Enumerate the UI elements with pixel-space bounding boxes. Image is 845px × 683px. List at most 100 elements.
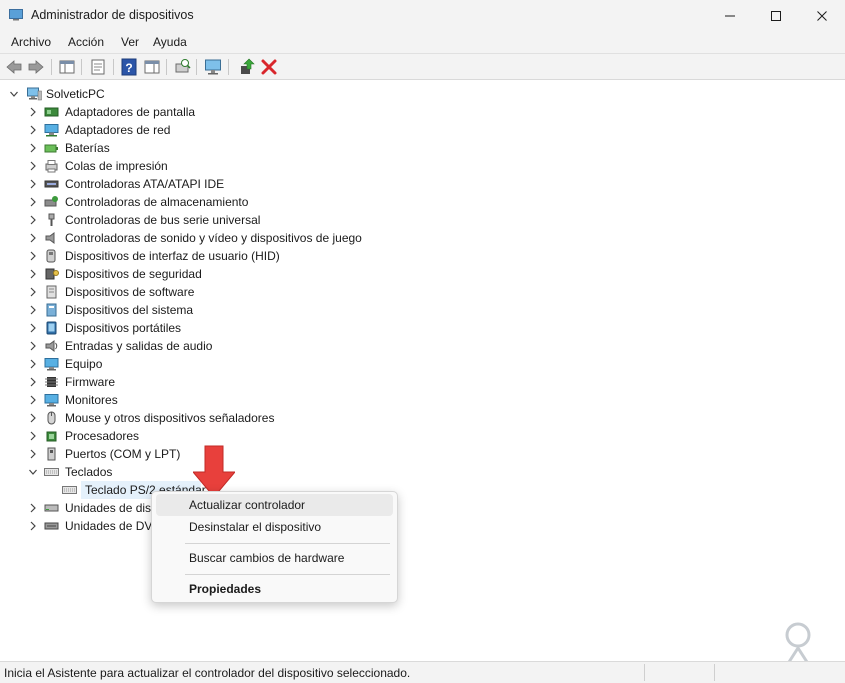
- tree-category-label: Puertos (COM y LPT): [65, 447, 181, 461]
- tree-category-row[interactable]: Entradas y salidas de audio: [0, 337, 400, 355]
- menu-accion[interactable]: Acción: [68, 35, 104, 49]
- tree-root-label: SolveticPC: [46, 87, 105, 101]
- tree-category-row[interactable]: Dispositivos del sistema: [0, 301, 400, 319]
- software-device-icon: [46, 285, 57, 299]
- chevron-right-icon[interactable]: [28, 301, 38, 319]
- menu-separator: [185, 574, 390, 575]
- tree-category-row[interactable]: Firmware: [0, 373, 400, 391]
- chevron-right-icon[interactable]: [28, 157, 38, 175]
- chevron-right-icon[interactable]: [28, 499, 38, 517]
- menu-ver[interactable]: Ver: [121, 35, 139, 49]
- chevron-down-icon[interactable]: [9, 85, 19, 103]
- back-arrow-icon[interactable]: [5, 58, 23, 76]
- disk-drive-icon: [44, 504, 59, 512]
- menu-ayuda[interactable]: Ayuda: [153, 35, 187, 49]
- tree-category-label: Colas de impresión: [65, 159, 168, 173]
- scan-hardware-icon[interactable]: [173, 58, 191, 76]
- maximize-button[interactable]: [753, 0, 799, 31]
- minimize-button[interactable]: [707, 0, 753, 31]
- tree-category-row[interactable]: Controladoras ATA/ATAPI IDE: [0, 175, 400, 193]
- chevron-right-icon[interactable]: [28, 355, 38, 373]
- mouse-icon: [47, 411, 56, 425]
- security-key-icon: [45, 268, 59, 280]
- menu-item-scan-hardware[interactable]: Buscar cambios de hardware: [156, 547, 393, 569]
- menu-archivo[interactable]: Archivo: [11, 35, 51, 49]
- speaker-icon: [45, 232, 55, 244]
- tree-category-row[interactable]: Baterías: [0, 139, 400, 157]
- close-button[interactable]: [799, 0, 845, 31]
- chevron-right-icon[interactable]: [28, 265, 38, 283]
- chevron-down-icon[interactable]: [28, 463, 38, 481]
- minimize-icon: [725, 15, 735, 16]
- chevron-right-icon[interactable]: [28, 391, 38, 409]
- tree-category-label: Equipo: [65, 357, 103, 371]
- tree-category-label: Firmware: [65, 375, 115, 389]
- device-manager-app-icon: [9, 9, 23, 21]
- tree-category-row[interactable]: Colas de impresión: [0, 157, 400, 175]
- tree-category-row[interactable]: Monitores: [0, 391, 400, 409]
- tree-category-label: Monitores: [65, 393, 118, 407]
- toolbar-separator: [228, 59, 229, 75]
- tree-category-row[interactable]: Procesadores: [0, 427, 400, 445]
- chevron-right-icon[interactable]: [28, 445, 38, 463]
- menu-item-uninstall-device[interactable]: Desinstalar el dispositivo: [156, 516, 393, 538]
- device-tree: SolveticPC Adaptadores de pantalla Adapta…: [0, 81, 845, 661]
- chevron-right-icon[interactable]: [28, 193, 38, 211]
- chevron-right-icon[interactable]: [28, 283, 38, 301]
- firmware-icon: [45, 377, 58, 387]
- status-divider: [644, 664, 645, 681]
- chevron-right-icon[interactable]: [28, 229, 38, 247]
- tree-category-row[interactable]: Adaptadores de red: [0, 121, 400, 139]
- dvd-drive-icon: [44, 522, 59, 530]
- tree-category-label: Baterías: [65, 141, 110, 155]
- chevron-right-icon[interactable]: [28, 517, 38, 535]
- chevron-right-icon[interactable]: [28, 337, 38, 355]
- tree-category-row[interactable]: Dispositivos portátiles: [0, 319, 400, 337]
- tree-root-row[interactable]: SolveticPC: [0, 85, 200, 103]
- tree-category-row[interactable]: Controladoras de sonido y vídeo y dispos…: [0, 229, 400, 247]
- hid-icon: [46, 249, 56, 263]
- tree-category-row[interactable]: Dispositivos de software: [0, 283, 400, 301]
- tree-category-row[interactable]: Dispositivos de interfaz de usuario (HID…: [0, 247, 400, 265]
- computer-monitor-icon[interactable]: [204, 58, 222, 76]
- toolbar-separator: [81, 59, 82, 75]
- update-driver-icon[interactable]: [238, 58, 256, 76]
- print-queue-icon: [45, 160, 58, 173]
- tree-category-label: Dispositivos de seguridad: [65, 267, 202, 281]
- title-bar: Administrador de dispositivos: [0, 0, 845, 31]
- chevron-right-icon[interactable]: [28, 409, 38, 427]
- tree-category-label: Mouse y otros dispositivos señaladores: [65, 411, 275, 425]
- forward-arrow-icon[interactable]: [27, 58, 45, 76]
- menu-separator: [185, 543, 390, 544]
- tree-category-label: Dispositivos portátiles: [65, 321, 182, 335]
- tree-category-label: Controladoras de almacenamiento: [65, 195, 249, 209]
- chevron-right-icon[interactable]: [28, 175, 38, 193]
- tree-category-row[interactable]: Controladoras de bus serie universal: [0, 211, 400, 229]
- tree-category-row[interactable]: Controladoras de almacenamiento: [0, 193, 400, 211]
- tree-category-row[interactable]: Equipo: [0, 355, 400, 373]
- system-device-icon: [46, 303, 57, 317]
- action-pane-icon[interactable]: [143, 58, 161, 76]
- tree-category-label: Dispositivos del sistema: [65, 303, 194, 317]
- chevron-right-icon[interactable]: [28, 427, 38, 445]
- properties-icon[interactable]: [89, 58, 107, 76]
- menu-item-properties[interactable]: Propiedades: [156, 578, 393, 600]
- chevron-right-icon[interactable]: [28, 103, 38, 121]
- tree-category-label: Controladoras ATA/ATAPI IDE: [65, 177, 225, 191]
- tree-category-row[interactable]: Adaptadores de pantalla: [0, 103, 400, 121]
- chevron-right-icon[interactable]: [28, 211, 38, 229]
- uninstall-device-icon[interactable]: [260, 58, 278, 76]
- tree-category-row[interactable]: Mouse y otros dispositivos señaladores: [0, 409, 400, 427]
- processor-icon: [46, 431, 57, 442]
- tree-category-label: Entradas y salidas de audio: [65, 339, 213, 353]
- menu-item-update-driver[interactable]: Actualizar controlador: [156, 494, 393, 516]
- chevron-right-icon[interactable]: [28, 139, 38, 157]
- chevron-right-icon[interactable]: [28, 247, 38, 265]
- chevron-right-icon[interactable]: [28, 319, 38, 337]
- show-hide-console-tree-icon[interactable]: [58, 58, 76, 76]
- tree-category-row[interactable]: Dispositivos de seguridad: [0, 265, 400, 283]
- chevron-right-icon[interactable]: [28, 121, 38, 139]
- keyboard-icon: [62, 486, 77, 494]
- chevron-right-icon[interactable]: [28, 373, 38, 391]
- help-icon[interactable]: ?: [120, 58, 138, 76]
